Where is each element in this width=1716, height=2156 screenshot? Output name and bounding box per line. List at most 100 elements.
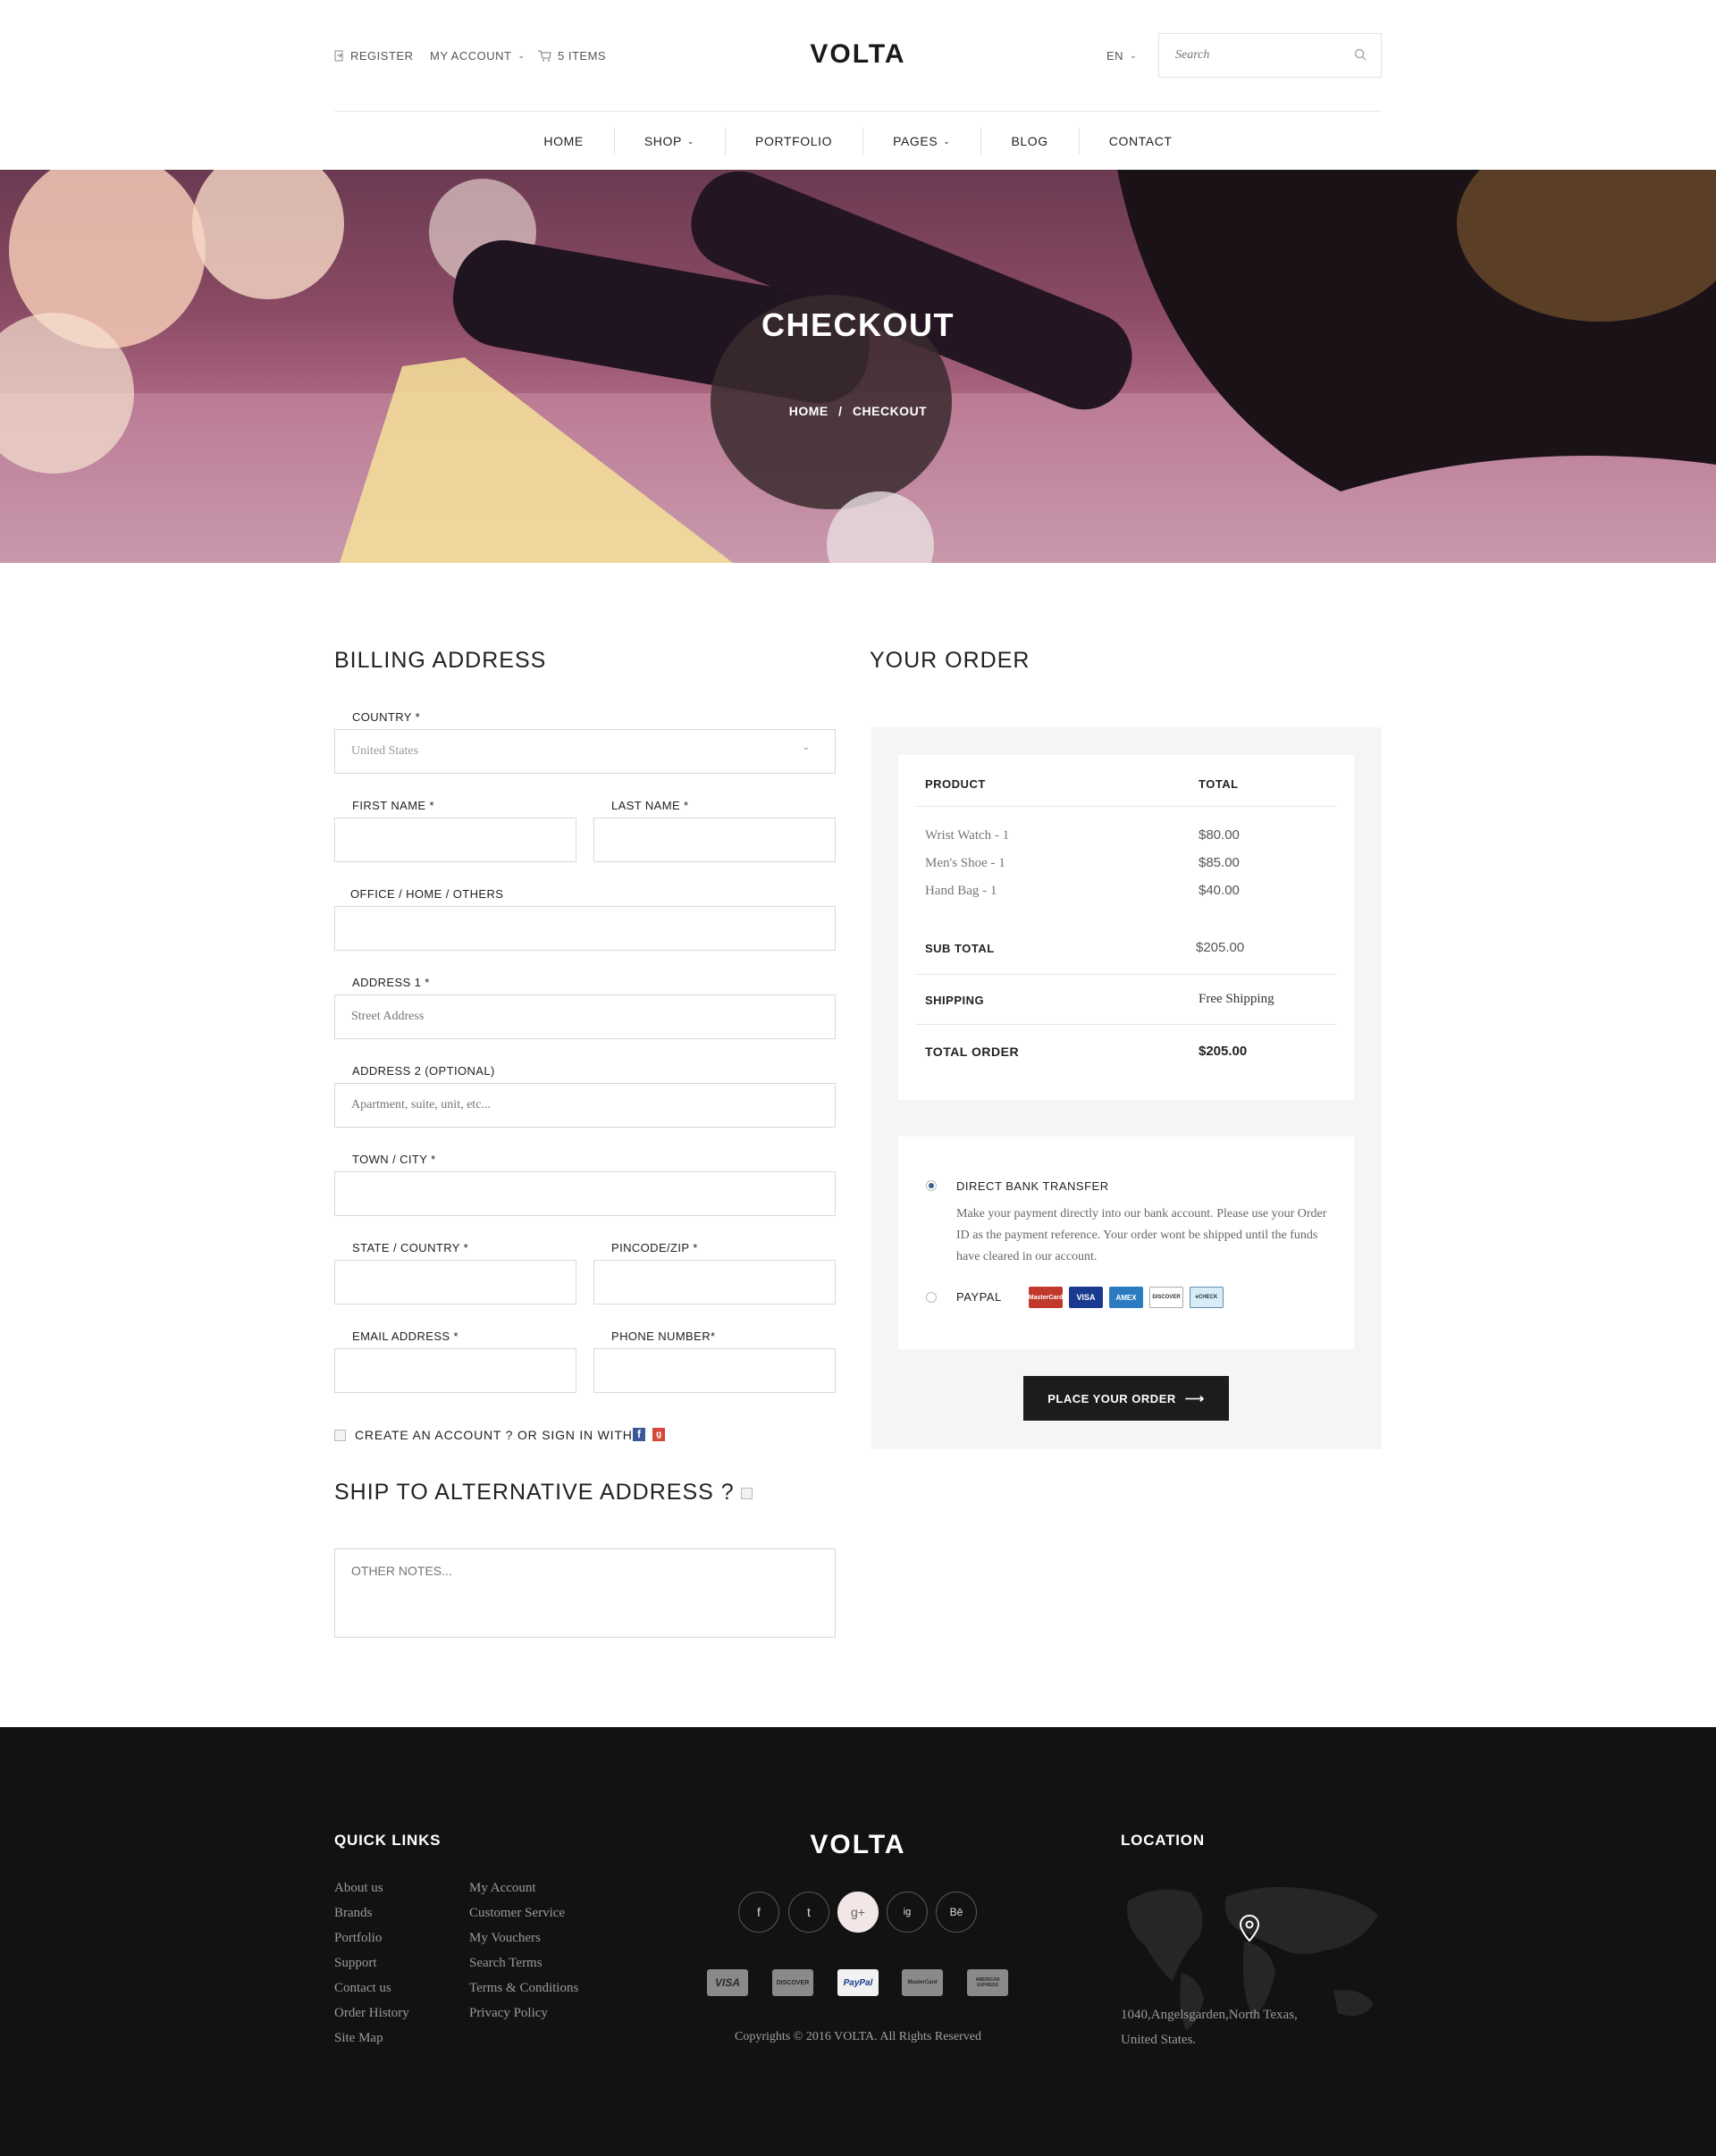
footer-link[interactable]: Contact us [334, 1981, 391, 1996]
address1-label: ADDRESS 1 * [352, 976, 430, 989]
office-field[interactable] [334, 906, 836, 951]
address-line: 1040,Angelsgarden,North Texas, [1121, 2008, 1298, 2022]
hero-image [0, 170, 1716, 563]
phone-input[interactable] [594, 1349, 835, 1392]
chevron-down-icon: ⌄ [1130, 51, 1138, 60]
town-field[interactable] [334, 1171, 836, 1216]
nav-blog-label: BLOG [1011, 134, 1048, 148]
nav-pages[interactable]: PAGES ⌄ [862, 125, 980, 157]
behance-icon[interactable]: Bē [936, 1892, 977, 1933]
footer-link[interactable]: Customer Service [469, 1906, 565, 1921]
zip-input[interactable] [594, 1261, 835, 1304]
product-column-header: PRODUCT [925, 777, 986, 791]
facebook-icon[interactable]: f [738, 1892, 779, 1933]
last-name-field[interactable] [593, 818, 836, 862]
office-input[interactable] [335, 907, 835, 950]
order-item-name: Men's Shoe - 1 [925, 856, 1005, 870]
footer-link[interactable]: Search Terms [469, 1956, 543, 1971]
breadcrumb-home[interactable]: HOME [789, 404, 829, 418]
notes-field[interactable] [334, 1548, 836, 1638]
instagram-icon[interactable]: ig [887, 1892, 928, 1933]
nav-blog[interactable]: BLOG [980, 125, 1078, 157]
create-account-checkbox[interactable] [334, 1430, 346, 1441]
address1-input[interactable] [335, 995, 835, 1038]
footer-link[interactable]: Support [334, 1956, 377, 1971]
nav-portfolio[interactable]: PORTFOLIO [725, 125, 862, 157]
chevron-down-icon: ⌄ [943, 137, 951, 146]
first-name-input[interactable] [335, 818, 576, 861]
shipping-divider [916, 1024, 1336, 1025]
chevron-down-icon: ⌄ [686, 137, 695, 146]
nav-home[interactable]: HOME [513, 125, 613, 157]
footer-link[interactable]: Portfolio [334, 1931, 382, 1946]
state-label: STATE / COUNTRY * [352, 1241, 469, 1254]
nav-contact[interactable]: CONTACT [1078, 125, 1203, 157]
last-name-label: LAST NAME * [611, 799, 689, 812]
breadcrumb: HOME / CHECKOUT [0, 404, 1716, 418]
bank-transfer-label[interactable]: DIRECT BANK TRANSFER [956, 1179, 1109, 1193]
total-column-header: TOTAL [1199, 777, 1239, 791]
address-line: United States. [1121, 2033, 1197, 2047]
visa-logo: VISA [1069, 1287, 1103, 1308]
phone-field[interactable] [593, 1348, 836, 1393]
zip-field[interactable] [593, 1260, 836, 1305]
twitter-icon[interactable]: t [788, 1892, 829, 1933]
facebook-icon[interactable]: f [633, 1428, 645, 1441]
nav-portfolio-label: PORTFOLIO [755, 134, 833, 148]
location-title: LOCATION [1121, 1832, 1205, 1849]
search-icon[interactable] [1354, 48, 1367, 61]
paypal-label[interactable]: PAYPAL [956, 1290, 1002, 1304]
footer-logo[interactable]: VOLTA [0, 1830, 1716, 1860]
address2-field[interactable] [334, 1083, 836, 1128]
nav-shop-label: SHOP [644, 134, 682, 148]
mastercard-logo: MasterCard [902, 1969, 943, 1996]
first-name-field[interactable] [334, 818, 576, 862]
country-select[interactable]: ⌄ [334, 729, 836, 774]
paypal-radio[interactable] [926, 1292, 937, 1303]
footer [0, 1727, 1716, 2156]
site-logo[interactable]: VOLTA [0, 39, 1716, 70]
amex-logo: AMEX [1109, 1287, 1143, 1308]
place-order-label: PLACE YOUR ORDER [1047, 1391, 1176, 1405]
town-input[interactable] [335, 1172, 835, 1215]
notes-textarea[interactable] [335, 1549, 835, 1637]
state-field[interactable] [334, 1260, 576, 1305]
footer-link[interactable]: Brands [334, 1906, 373, 1921]
office-label: OFFICE / HOME / OTHERS [350, 887, 504, 901]
language-selector[interactable]: EN ⌄ [1106, 49, 1137, 63]
bank-transfer-radio[interactable] [926, 1180, 937, 1191]
search-box [1158, 33, 1382, 78]
address2-input[interactable] [335, 1084, 835, 1127]
search-input[interactable] [1159, 34, 1338, 77]
footer-link[interactable]: Order History [334, 2006, 409, 2021]
main-nav: HOME SHOP ⌄ PORTFOLIO PAGES ⌄ BLOG CONTACT [0, 125, 1716, 157]
email-field[interactable] [334, 1348, 576, 1393]
place-order-button[interactable]: PLACE YOUR ORDER ⟶ [1023, 1376, 1229, 1421]
ship-alt-checkbox[interactable] [741, 1488, 753, 1499]
arrow-right-icon: ⟶ [1184, 1391, 1205, 1406]
nav-shop[interactable]: SHOP ⌄ [613, 125, 725, 157]
state-input[interactable] [335, 1261, 576, 1304]
last-name-input[interactable] [594, 818, 835, 861]
address1-field[interactable] [334, 994, 836, 1039]
nav-home-label: HOME [543, 134, 584, 148]
footer-link[interactable]: My Account [469, 1881, 536, 1896]
hero-banner: CHECKOUT HOME / CHECKOUT [0, 170, 1716, 563]
footer-link[interactable]: My Vouchers [469, 1931, 541, 1946]
google-icon[interactable]: g [652, 1428, 665, 1441]
discover-logo: DISCOVER [772, 1969, 813, 1996]
copyright: Copyrights © 2016 VOLTA. All Rights Rese… [735, 2030, 981, 2043]
language-label: EN [1106, 49, 1124, 63]
amex-logo: AMERICAN EXPRESS [967, 1969, 1008, 1996]
country-value[interactable] [335, 730, 835, 773]
paypal-logo: PayPal [837, 1969, 879, 1996]
create-account-label: CREATE AN ACCOUNT ? OR SIGN IN WITH [355, 1428, 633, 1442]
address2-label: ADDRESS 2 (OPTIONAL) [352, 1064, 495, 1078]
footer-link[interactable]: About us [334, 1881, 383, 1896]
footer-link[interactable]: Terms & Conditions [469, 1981, 578, 1996]
footer-link[interactable]: Privacy Policy [469, 2006, 548, 2021]
google-plus-icon[interactable]: g+ [837, 1892, 879, 1933]
town-label: TOWN / CITY * [352, 1153, 436, 1166]
phone-label: PHONE NUMBER* [611, 1330, 716, 1343]
email-input[interactable] [335, 1349, 576, 1392]
